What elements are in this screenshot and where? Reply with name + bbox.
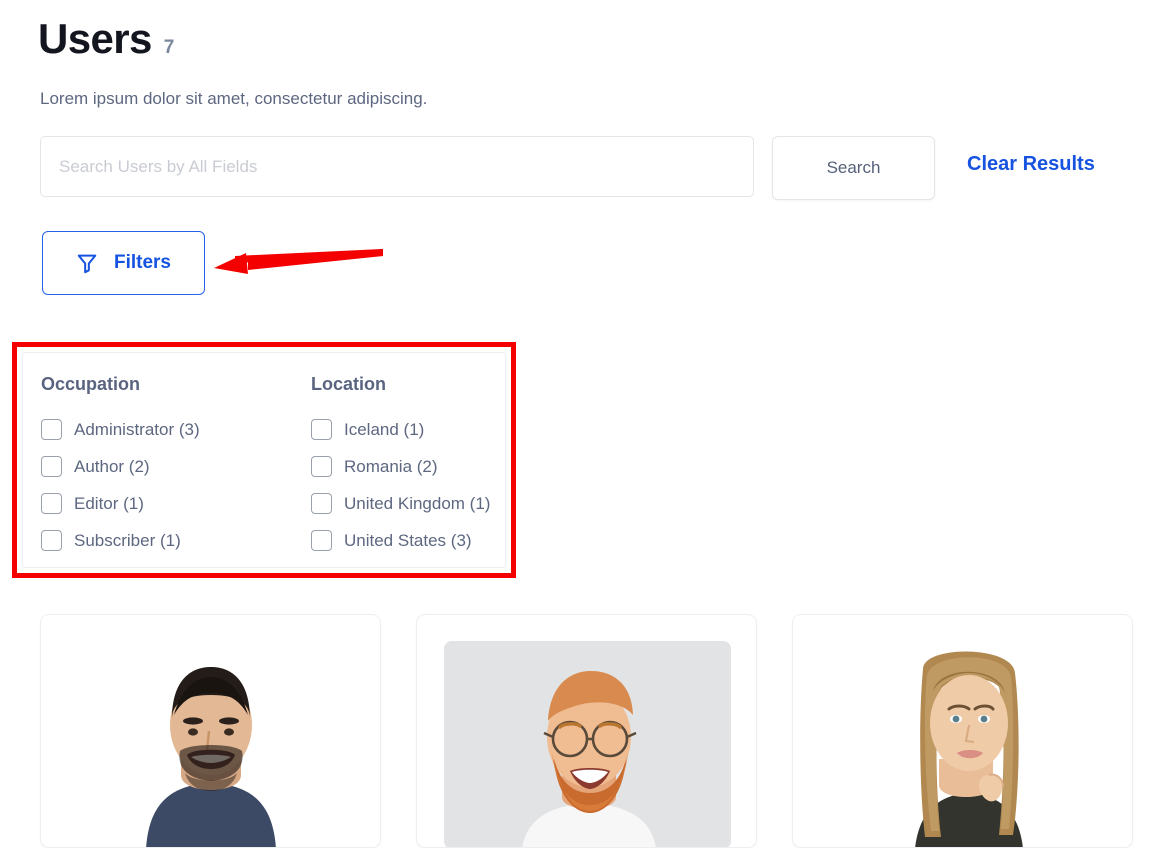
search-row: Search Clear Results	[40, 136, 1140, 200]
user-card[interactable]	[40, 614, 381, 848]
user-avatar	[793, 615, 1132, 847]
users-count-badge: 7	[163, 37, 175, 58]
search-button[interactable]: Search	[772, 136, 935, 200]
user-card[interactable]	[416, 614, 757, 848]
page-subtitle: Lorem ipsum dolor sit amet, consectetur …	[40, 89, 428, 108]
search-input[interactable]	[40, 136, 754, 197]
funnel-icon	[76, 252, 98, 274]
user-card-list	[40, 614, 1133, 848]
page-title: Users 7	[38, 14, 174, 73]
annotation-highlight-box	[12, 342, 516, 578]
clear-results-link[interactable]: Clear Results	[967, 153, 1095, 176]
user-avatar	[444, 641, 731, 847]
user-card[interactable]	[792, 614, 1133, 848]
users-page: Users 7 Lorem ipsum dolor sit amet, cons…	[0, 0, 1173, 848]
page-title-text: Users	[38, 15, 152, 62]
filters-button-label: Filters	[113, 252, 172, 273]
user-avatar	[41, 615, 380, 847]
filters-button[interactable]: Filters	[42, 231, 205, 295]
